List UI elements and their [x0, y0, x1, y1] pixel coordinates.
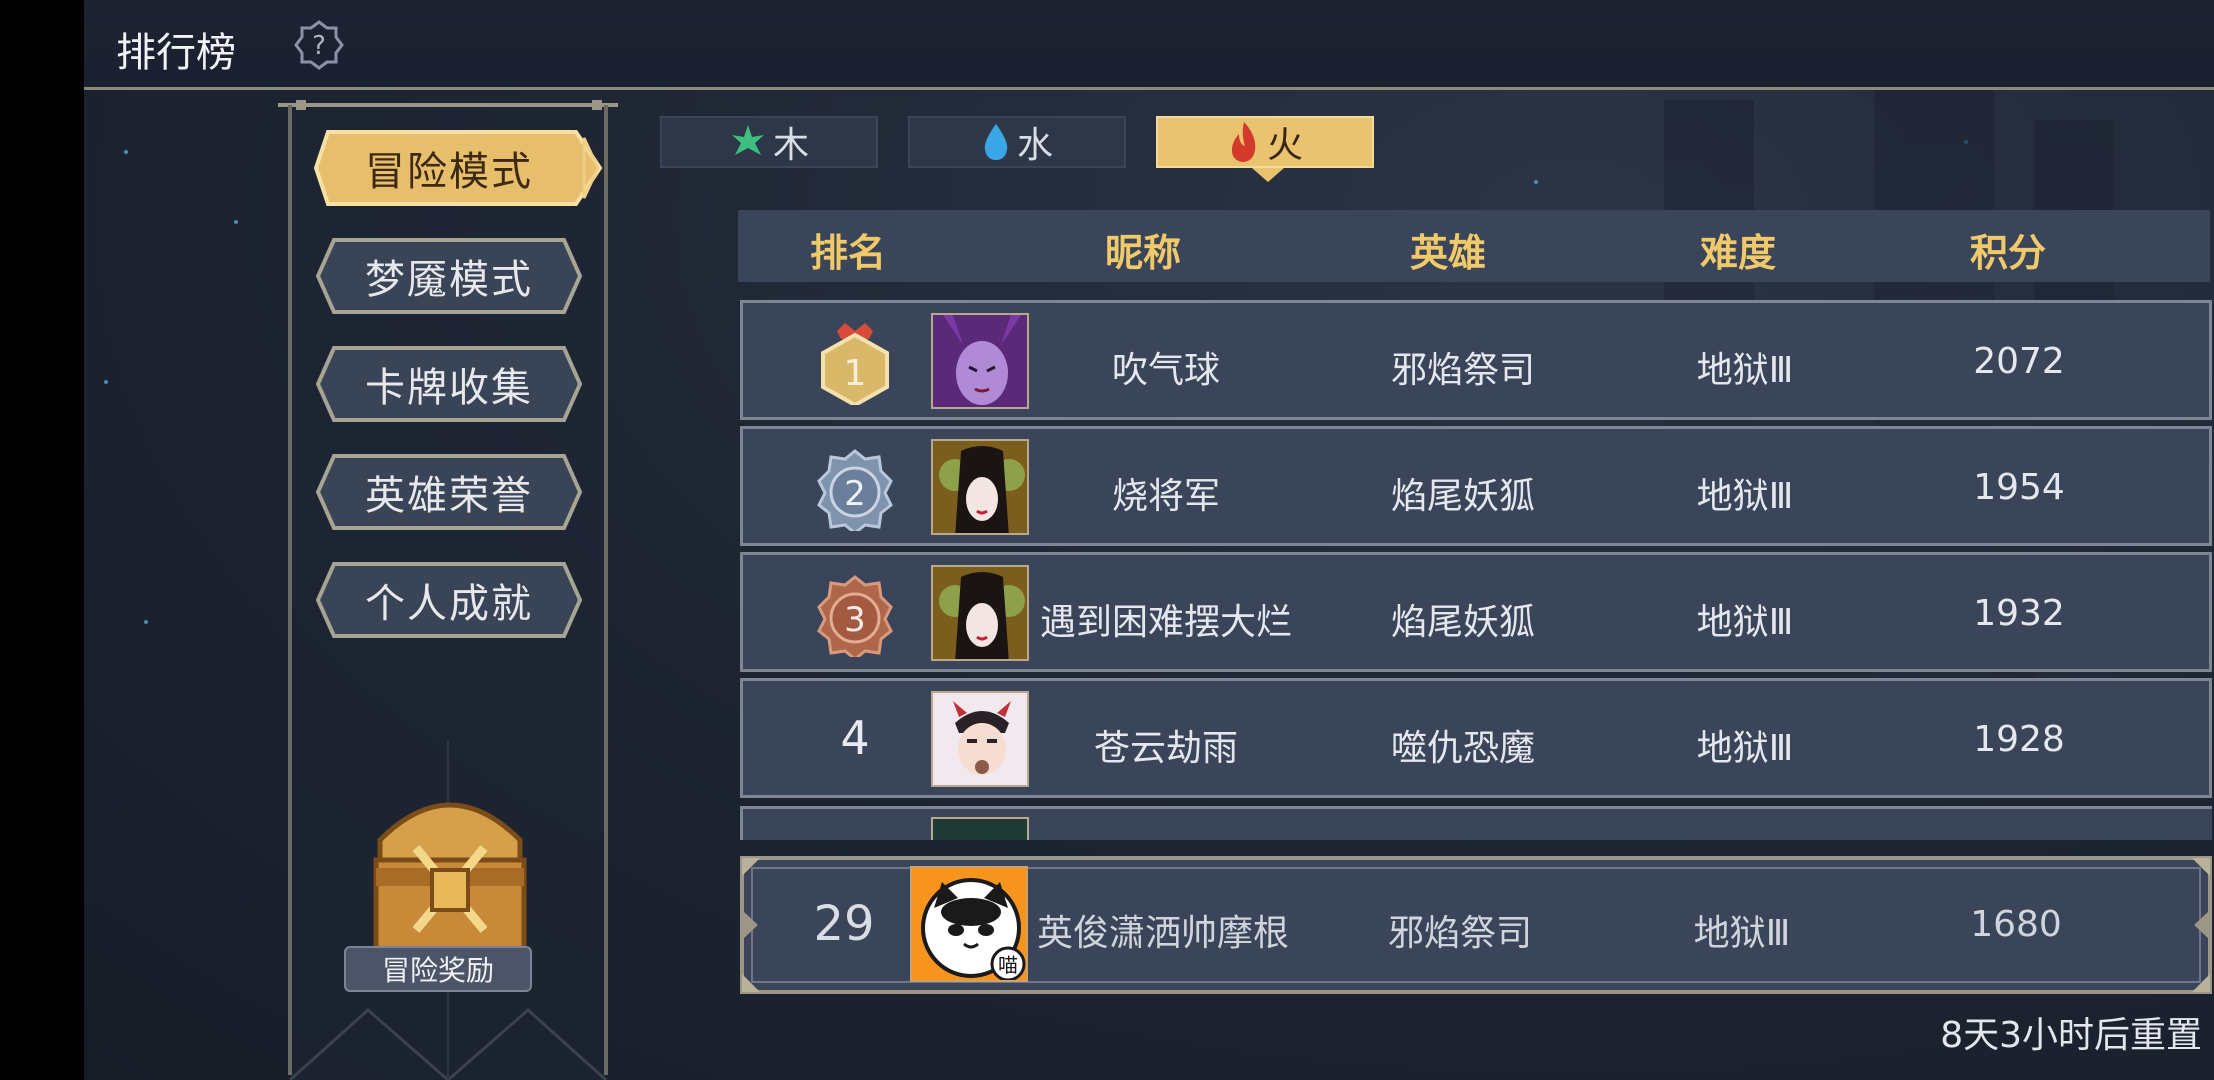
game-screen: 排行榜 ? 冒险模式 梦魇模式 卡牌收集 英雄荣誉 个人成就 冒险奖励 木 水 … [84, 0, 2214, 1080]
my-avatar[interactable]: 喵 [910, 866, 1028, 982]
nickname: 苍云劫雨 [1093, 728, 1239, 769]
avatar[interactable] [931, 565, 1029, 661]
sidebar-item-label: 冒险模式 [365, 149, 533, 195]
column-nickname: 昵称 [1104, 231, 1182, 275]
active-tab-pointer [1252, 168, 1284, 182]
sidebar-item-label: 个人成就 [365, 581, 533, 627]
sidebar-item-card-collection[interactable]: 卡牌收集 [314, 344, 584, 424]
hero-name: 焰尾妖狐 [1390, 476, 1536, 517]
column-score: 积分 [1969, 231, 2047, 275]
top-bar: 排行榜 ? [84, 0, 2214, 90]
sidebar-item-nightmare-mode[interactable]: 梦魇模式 [314, 236, 584, 316]
sidebar-item-achievements[interactable]: 个人成就 [314, 560, 584, 640]
sidebar-item-adventure-mode[interactable]: 冒险模式 [314, 128, 603, 208]
nickname: 烧将军 [1111, 476, 1221, 517]
background-star [104, 380, 108, 384]
svg-text:?: ? [312, 31, 326, 61]
tab-wood[interactable]: 木 [660, 116, 878, 168]
column-difficulty: 难度 [1699, 231, 1777, 275]
score: 1928 [1973, 719, 2065, 760]
column-rank: 排名 [809, 231, 887, 275]
sidebar-item-label: 卡牌收集 [365, 365, 533, 411]
avatar[interactable] [931, 691, 1029, 787]
silver-medal-icon: 2 [817, 449, 893, 531]
avatar[interactable] [931, 439, 1029, 535]
hero-name: 邪焰祭司 [1390, 350, 1536, 391]
nickname: 吹气球 [1111, 350, 1221, 391]
background-star [234, 220, 238, 224]
column-hero: 英雄 [1409, 231, 1487, 275]
nickname: 遇到困难摆大烂 [1039, 602, 1293, 643]
score: 1954 [1973, 467, 2065, 508]
background-star [1534, 180, 1538, 184]
my-rank-row[interactable]: 29 喵 英俊潇洒帅摩根 邪焰祭司 地狱Ⅲ 1680 [740, 856, 2212, 994]
avatar[interactable] [931, 313, 1029, 409]
my-hero-name: 邪焰祭司 [1387, 913, 1533, 954]
difficulty: 地狱Ⅲ [1696, 728, 1794, 769]
sidebar-item-label: 梦魇模式 [365, 257, 533, 303]
table-row[interactable]: 3 遇到困难摆大烂 焰尾妖狐 地狱Ⅲ 1932 [740, 552, 2212, 672]
sidebar-item-label: 英雄荣誉 [365, 473, 533, 519]
tab-label: 水 [1016, 125, 1053, 166]
table-row[interactable]: 1 吹气球 邪焰祭司 地狱Ⅲ 2072 [740, 300, 2212, 420]
water-drop-icon [984, 124, 1008, 160]
background-star [124, 150, 128, 154]
difficulty: 地狱Ⅲ [1696, 602, 1794, 643]
tab-fire[interactable]: 火 [1156, 116, 1374, 182]
svg-text:2: 2 [844, 474, 866, 514]
my-score: 1680 [1970, 904, 2062, 945]
sidebar: 冒险模式 梦魇模式 卡牌收集 英雄荣誉 个人成就 冒险奖励 [278, 100, 618, 1080]
table-row-partial[interactable] [740, 806, 2212, 840]
gold-medal-icon: 1 [821, 323, 889, 405]
svg-text:喵: 喵 [998, 953, 1018, 977]
hero-name: 噬仇恐魔 [1390, 728, 1536, 769]
question-icon[interactable]: ? [294, 20, 344, 70]
background-star [144, 620, 148, 624]
hero-name: 焰尾妖狐 [1390, 602, 1536, 643]
leaf-icon [731, 125, 764, 155]
bronze-medal-icon: 3 [817, 575, 893, 657]
leaderboard-header: 排名 昵称 英雄 难度 积分 [738, 210, 2210, 282]
tab-water[interactable]: 水 [908, 116, 1126, 168]
tab-label: 木 [772, 125, 809, 166]
page-title: 排行榜 [116, 30, 236, 76]
svg-text:1: 1 [844, 353, 867, 394]
avatar [931, 817, 1029, 840]
reset-countdown: 8天3小时后重置 [1940, 1015, 2202, 1056]
difficulty: 地狱Ⅲ [1696, 350, 1794, 391]
score: 1932 [1973, 593, 2065, 634]
rank-number: 4 [840, 711, 870, 765]
my-difficulty: 地狱Ⅲ [1693, 913, 1791, 954]
my-nickname: 英俊潇洒帅摩根 [1036, 913, 1290, 954]
tab-label: 火 [1266, 125, 1303, 166]
fire-icon [1231, 122, 1256, 162]
table-row[interactable]: 4 苍云劫雨 噬仇恐魔 地狱Ⅲ 1928 [740, 678, 2212, 798]
my-rank-number: 29 [813, 896, 875, 952]
svg-text:3: 3 [844, 600, 866, 640]
table-row[interactable]: 2 烧将军 焰尾妖狐 地狱Ⅲ 1954 [740, 426, 2212, 546]
adventure-reward-label[interactable]: 冒险奖励 [344, 946, 532, 992]
score: 2072 [1973, 341, 2065, 382]
sidebar-item-hero-honor[interactable]: 英雄荣誉 [314, 452, 584, 532]
difficulty: 地狱Ⅲ [1696, 476, 1794, 517]
